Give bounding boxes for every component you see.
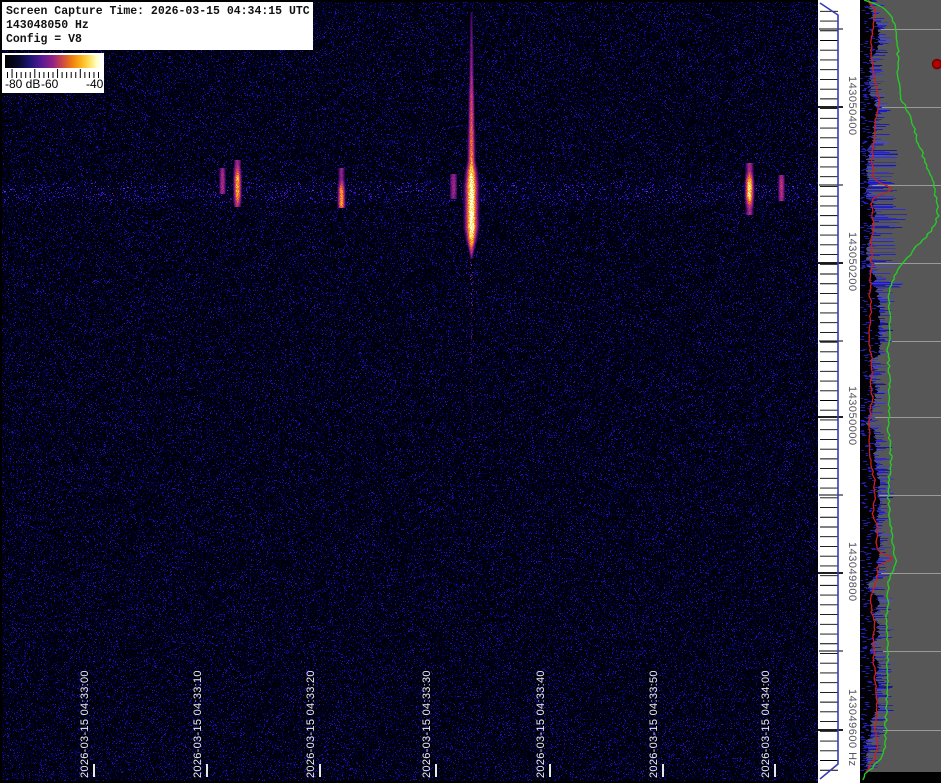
time-axis-tick — [319, 764, 321, 777]
frequency-axis: 143050400 143050200 143050000 143049800 1430… — [818, 0, 860, 783]
capture-info-box: Screen Capture Time: 2026-03-15 04:34:15… — [2, 2, 313, 50]
time-axis-tick — [774, 764, 776, 777]
legend-label-max: -40 — [86, 77, 103, 91]
time-axis-label: 2026-03-15 04:33:50 — [648, 670, 660, 778]
color-gradient-bar — [5, 55, 101, 68]
freq-axis-label: 143050200 — [846, 232, 858, 292]
time-axis-tick — [662, 764, 664, 777]
speclab-screen-capture: Screen Capture Time: 2026-03-15 04:34:15… — [0, 0, 941, 783]
time-axis-tick — [435, 764, 437, 777]
config-text: Config = V8 — [6, 33, 82, 46]
freq-axis-label: 143050000 — [846, 386, 858, 446]
time-axis-label: 2026-03-15 04:34:00 — [760, 670, 772, 778]
time-axis-label: 2026-03-15 04:33:00 — [79, 670, 91, 778]
time-axis-label: 2026-03-15 04:33:10 — [192, 670, 204, 778]
freq-axis-label: 143049800 — [846, 542, 858, 602]
center-frequency-text: 143048050 Hz — [6, 19, 89, 32]
time-axis-label: 2026-03-15 04:33:30 — [421, 670, 433, 778]
freq-axis-label: 143049600 Hz — [846, 689, 858, 767]
capture-time-text: Screen Capture Time: 2026-03-15 04:34:15… — [6, 5, 310, 18]
color-scale-legend: -80 dB -60 -40 — [2, 53, 104, 93]
spectrum-analyzer-panel — [860, 0, 941, 783]
time-axis-tick — [206, 764, 208, 777]
legend-label-mid: -60 — [41, 77, 58, 91]
time-axis-label: 2026-03-15 04:33:20 — [305, 670, 317, 778]
waterfall-spectrogram — [2, 2, 818, 781]
time-axis-tick — [93, 764, 95, 777]
time-axis-tick — [549, 764, 551, 777]
time-axis-label: 2026-03-15 04:33:40 — [535, 670, 547, 778]
legend-label-min: -80 dB — [5, 77, 40, 91]
freq-axis-label: 143050400 — [846, 76, 858, 136]
